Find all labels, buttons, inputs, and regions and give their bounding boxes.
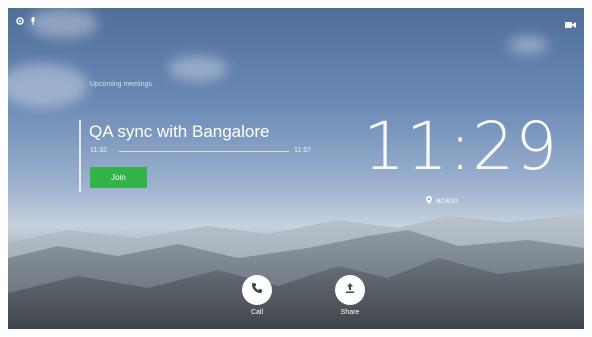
call-button[interactable] bbox=[242, 275, 272, 305]
location-label: acano bbox=[436, 195, 458, 205]
share-action: Share bbox=[330, 275, 370, 316]
location-indicator: acano bbox=[426, 191, 458, 209]
top-left-toolbar bbox=[16, 17, 36, 27]
meeting-timeline bbox=[119, 151, 289, 152]
meeting-start-time: 11:32 bbox=[90, 147, 107, 154]
microphone-icon[interactable] bbox=[30, 17, 36, 27]
meeting-accent-bar bbox=[79, 120, 81, 192]
share-icon bbox=[344, 281, 356, 299]
meeting-title: QA sync with Bangalore bbox=[89, 122, 270, 141]
clock-display: 11:29 bbox=[363, 108, 559, 185]
share-label: Share bbox=[340, 309, 360, 316]
upcoming-meetings-label: Upcoming meetings bbox=[90, 81, 152, 88]
meeting-end-time: 11:57 bbox=[294, 147, 311, 154]
video-conference-home-screen: Upcoming meetings QA sync with Bangalore… bbox=[8, 8, 584, 329]
call-label: Call bbox=[250, 309, 264, 316]
join-button[interactable]: Join bbox=[90, 167, 147, 188]
meeting-card: QA sync with Bangalore 11:32 11:57 Join bbox=[79, 120, 324, 192]
phone-icon bbox=[251, 281, 263, 299]
camera-icon[interactable] bbox=[565, 16, 576, 34]
share-button[interactable] bbox=[335, 275, 365, 305]
location-pin-icon bbox=[426, 191, 432, 209]
call-action: Call bbox=[237, 275, 277, 316]
settings-icon[interactable] bbox=[16, 17, 24, 27]
